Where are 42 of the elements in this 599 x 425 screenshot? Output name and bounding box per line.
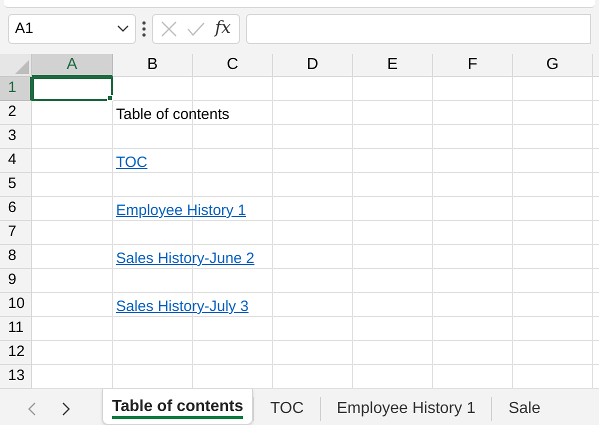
more-options-icon[interactable] [142, 21, 146, 37]
insert-function-button[interactable]: fx [215, 16, 231, 42]
column-header[interactable]: E [353, 54, 433, 77]
row-header[interactable]: 8 [0, 245, 32, 269]
sheet-tab[interactable]: TOC [253, 397, 320, 421]
row-header[interactable]: 3 [0, 125, 32, 149]
row-header[interactable]: 2 [0, 101, 32, 125]
hyperlink[interactable]: Employee History 1 [116, 200, 246, 222]
chevron-down-icon [117, 25, 129, 33]
row-header[interactable]: 10 [0, 293, 32, 317]
close-icon[interactable] [161, 21, 177, 37]
hyperlink[interactable]: TOC [116, 152, 148, 174]
row-header[interactable]: 13 [0, 365, 32, 389]
row-header[interactable]: 12 [0, 341, 32, 365]
select-all-button[interactable] [0, 54, 32, 77]
row-header[interactable]: 1 [0, 77, 32, 101]
column-header[interactable]: D [273, 54, 353, 77]
chevron-right-icon[interactable] [62, 402, 70, 416]
triangle-icon [15, 60, 29, 74]
column-header[interactable]: B [113, 54, 193, 77]
row-header[interactable]: 11 [0, 317, 32, 341]
sheet-tab[interactable]: Employee History 1 [320, 397, 492, 421]
column-header[interactable]: A [32, 54, 113, 77]
column-header[interactable]: G [513, 54, 593, 77]
hyperlink[interactable]: Sales History-July 3 [116, 296, 249, 318]
hyperlink[interactable]: Sales History-June 2 [116, 248, 254, 270]
row-header[interactable]: 5 [0, 173, 32, 197]
row-header[interactable]: 7 [0, 221, 32, 245]
name-box[interactable]: A1 [8, 14, 136, 44]
column-header[interactable]: C [193, 54, 273, 77]
cell-text: Table of contents [116, 105, 230, 125]
row-header[interactable]: 4 [0, 149, 32, 173]
sheet-tab[interactable]: Sale [491, 397, 556, 421]
row-header[interactable]: 6 [0, 197, 32, 221]
sheet-tab[interactable]: Table of contents [102, 389, 254, 425]
row-header[interactable]: 9 [0, 269, 32, 293]
formula-input-field[interactable] [246, 14, 591, 44]
checkmark-icon[interactable] [187, 22, 205, 36]
active-cell[interactable] [32, 77, 113, 101]
column-header[interactable]: F [433, 54, 513, 77]
cell-reference: A1 [15, 18, 34, 39]
chevron-left-icon[interactable] [28, 402, 36, 416]
